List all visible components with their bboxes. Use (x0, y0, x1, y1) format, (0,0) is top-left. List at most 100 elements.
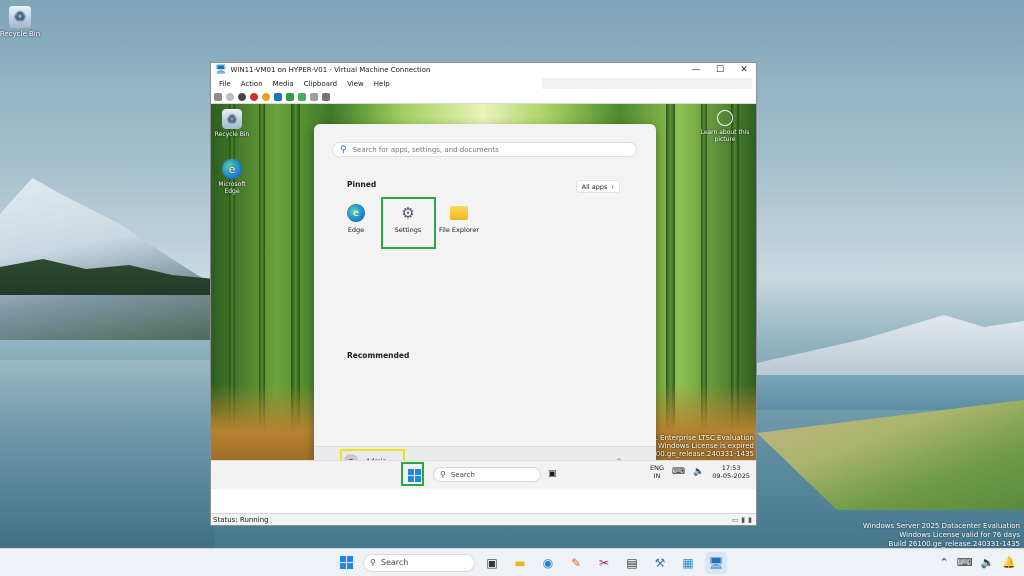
menu-clipboard[interactable]: Clipboard (304, 80, 337, 88)
desktop-icon-label: Microsoft Edge (218, 181, 246, 195)
task-view-icon[interactable]: ▣ (548, 469, 557, 479)
notification-icon[interactable]: 🔔 (1002, 556, 1016, 569)
guest-taskbar: ⚲ Search ▣ ENG IN ⌨ 🔈 17:53 09-05-2025 (211, 460, 756, 489)
windows-logo-icon (339, 556, 353, 569)
menu-media[interactable]: Media (273, 80, 294, 88)
vm-title-bar[interactable]: 🖥 WIN11-VM01 on HYPER-V01 - Virtual Mach… (211, 63, 756, 77)
start-button-highlight-box (401, 462, 424, 486)
clock-date: 09-05-2025 (712, 472, 750, 480)
watermark-line: Windows License valid for 76 days (899, 531, 1020, 539)
search-icon: ⚲ (340, 144, 347, 155)
shut-down-icon[interactable] (250, 92, 258, 101)
camera-icon (717, 110, 733, 126)
host-activation-watermark: Windows Server 2025 Datacenter Evaluatio… (863, 522, 1020, 549)
desktop-icon-label: Recycle Bin (214, 131, 250, 138)
clock[interactable]: 17:53 09-05-2025 (712, 464, 750, 480)
file-explorer-icon (450, 206, 468, 220)
store-icon[interactable]: ▦ (677, 552, 699, 574)
guest-desktop-icon-recycle-bin[interactable]: ♻ Recycle Bin (212, 109, 252, 138)
guest-desktop[interactable]: ♻ Recycle Bin e Microsoft Edge Learn abo… (211, 104, 756, 489)
chevron-right-icon: › (611, 182, 614, 191)
host-taskbar: ⚲ Search ▣ ▬ ◉ ✎ ✂ ▤ ⚒ ▦ 🖥 ⌃ ⌨ 🔈 🔔 (0, 548, 1024, 576)
edge-icon: e (347, 204, 365, 222)
host-wallpaper-water-right (757, 370, 1024, 410)
pinned-app-label: File Explorer (438, 226, 479, 234)
all-apps-button[interactable]: All apps › (575, 180, 620, 193)
vm-connection-icon[interactable]: 🖥 (705, 551, 727, 574)
window-title: WIN11-VM01 on HYPER-V01 - Virtual Machin… (230, 66, 431, 74)
checkpoint-icon[interactable] (298, 92, 306, 101)
search-label: Search (450, 470, 475, 479)
guest-taskbar-search[interactable]: ⚲ Search (433, 467, 541, 482)
vm-status-text: Status: Running (213, 515, 269, 524)
volume-icon[interactable]: 🔈 (981, 556, 995, 569)
clock-time: 17:53 (721, 464, 741, 472)
pinned-app-label: Edge (347, 226, 365, 234)
network-icon[interactable]: ⌨ (957, 556, 973, 569)
vm-connection-icon: 🖥 (215, 65, 227, 75)
tool-icon[interactable]: ⚒ (649, 552, 671, 574)
vm-toolbar (211, 90, 756, 104)
vm-connection-window: 🖥 WIN11-VM01 on HYPER-V01 - Virtual Mach… (210, 62, 757, 526)
recommended-heading: Recommended (347, 351, 410, 360)
vm-status-bar: Status: Running ▭ ▮ ▮ (211, 513, 756, 525)
volume-icon[interactable]: 🔈 (693, 468, 704, 477)
recycle-bin-icon: ♻ (9, 6, 31, 28)
keyboard-icon: ▭ (731, 515, 739, 524)
guest-desktop-icon-edge[interactable]: e Microsoft Edge (212, 159, 252, 195)
watermark-line: Windows Server 2025 Datacenter Evaluatio… (862, 522, 1020, 530)
host-system-tray: ⌃ ⌨ 🔈 🔔 (939, 549, 1016, 576)
search-label: Search (380, 558, 409, 567)
guest-system-tray: ENG IN ⌨ 🔈 17:53 09-05-2025 (650, 464, 750, 480)
language-code: ENG (649, 464, 664, 472)
save-icon[interactable] (262, 92, 270, 101)
menu-action[interactable]: Action (241, 80, 263, 88)
search-icon: ⚲ (440, 470, 446, 479)
menu-file[interactable]: File (219, 80, 231, 88)
start-menu: ⚲ Pinned All apps › e Edge ⚙ Settings Fi… (314, 124, 656, 481)
snipping-icon[interactable]: ✂ (593, 552, 615, 574)
host-start-button[interactable] (335, 552, 357, 574)
learn-about-picture[interactable]: Learn about this picture (700, 110, 750, 143)
start-search-input[interactable] (352, 145, 613, 154)
turn-off-icon[interactable] (238, 92, 246, 101)
edge-icon[interactable]: ◉ (537, 552, 559, 574)
menu-view[interactable]: View (347, 80, 364, 88)
enhanced-session-icon[interactable] (322, 92, 330, 101)
all-apps-label: All apps (581, 182, 608, 191)
maximize-button[interactable]: ☐ (708, 65, 732, 75)
start-icon[interactable] (226, 92, 234, 101)
pinned-app-edge[interactable]: e Edge (332, 204, 380, 234)
search-icon: ⚲ (370, 558, 376, 567)
learn-about-label: Learn about this picture (700, 129, 750, 143)
menu-bar-blank (542, 78, 752, 89)
host-wallpaper-grass (757, 400, 1024, 510)
vm-menu-bar: File Action Media Clipboard View Help (211, 77, 756, 90)
network-icon[interactable]: ⌨ (672, 468, 685, 477)
pinned-heading: Pinned (347, 180, 377, 189)
recycle-bin-icon: ♻ (222, 109, 242, 129)
lock-icon: ▮ (741, 515, 746, 524)
terminal-icon[interactable]: ▤ (621, 552, 643, 574)
ctrl-alt-del-icon[interactable] (214, 92, 222, 101)
lock-icon: ▮ (748, 515, 752, 524)
host-desktop-icon-recycle-bin[interactable]: ♻ Recycle Bin (0, 6, 45, 38)
language-indicator[interactable]: ENG IN (650, 464, 664, 480)
revert-icon[interactable] (310, 92, 318, 101)
file-explorer-icon[interactable]: ▬ (509, 552, 531, 574)
host-wallpaper-lake (0, 360, 215, 550)
region-code: IN (653, 472, 661, 480)
edge-icon: e (222, 159, 242, 179)
pause-icon[interactable] (274, 92, 282, 101)
resume-icon[interactable] (286, 92, 294, 101)
host-taskbar-search[interactable]: ⚲ Search (363, 553, 475, 572)
chevron-up-icon[interactable]: ⌃ (939, 556, 948, 569)
host-wallpaper-mountain-right (757, 315, 1024, 375)
pinned-app-file-explorer[interactable]: File Explorer (435, 204, 483, 234)
close-button[interactable]: ✕ (732, 65, 756, 75)
start-search-box[interactable]: ⚲ (332, 142, 637, 157)
paint-icon[interactable]: ✎ (565, 552, 587, 574)
minimize-button[interactable]: — (684, 65, 708, 75)
menu-help[interactable]: Help (374, 80, 390, 88)
task-view-icon[interactable]: ▣ (481, 552, 503, 574)
